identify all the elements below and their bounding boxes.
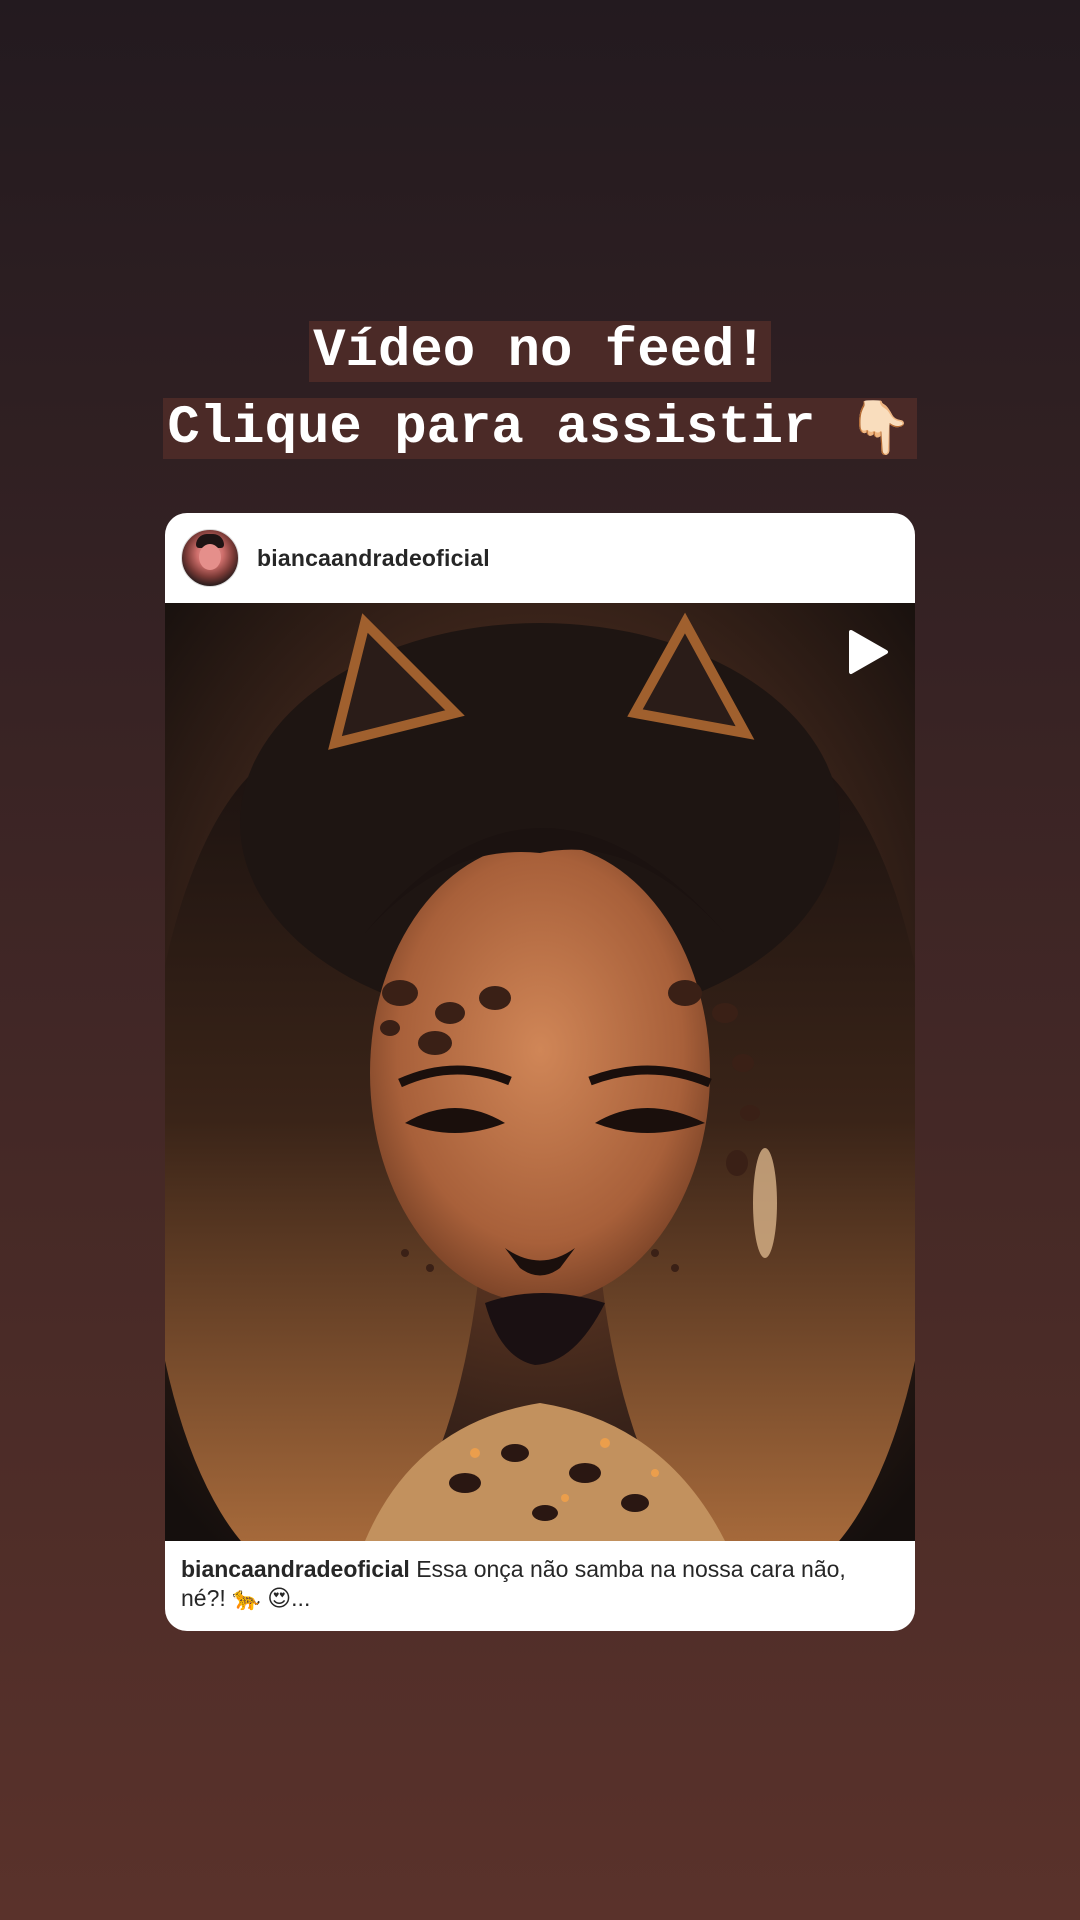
post-video-thumbnail[interactable] xyxy=(165,603,915,1541)
feed-post-sticker[interactable]: biancaandradeoficial biancaandradeoficia… xyxy=(165,513,915,1631)
post-header: biancaandradeoficial xyxy=(165,513,915,603)
story-headline-line1: Vídeo no feed! xyxy=(0,320,1080,384)
avatar xyxy=(181,529,239,587)
caption-username[interactable]: biancaandradeoficial xyxy=(181,1556,410,1582)
heart-eyes-emoji-icon: 😍 xyxy=(267,1586,292,1612)
leopard-emoji-icon: 🐆 xyxy=(232,1586,261,1612)
post-username[interactable]: biancaandradeoficial xyxy=(257,545,490,572)
post-caption: biancaandradeoficial Essa onça não samba… xyxy=(181,1555,891,1614)
video-frame-illustration xyxy=(165,603,915,1541)
story-frame: Vídeo no feed! Clique para assistir 👇🏻 b… xyxy=(0,0,1080,1920)
play-icon[interactable] xyxy=(847,629,889,675)
story-headline-line2: Clique para assistir 👇🏻 xyxy=(0,396,1080,461)
headline-text-2: Clique para assistir xyxy=(167,398,816,460)
headline-text-1: Vídeo no feed! xyxy=(309,321,771,382)
caption-more[interactable]: ... xyxy=(291,1585,310,1611)
pointing-down-hand-icon: 👇🏻 xyxy=(847,398,913,458)
